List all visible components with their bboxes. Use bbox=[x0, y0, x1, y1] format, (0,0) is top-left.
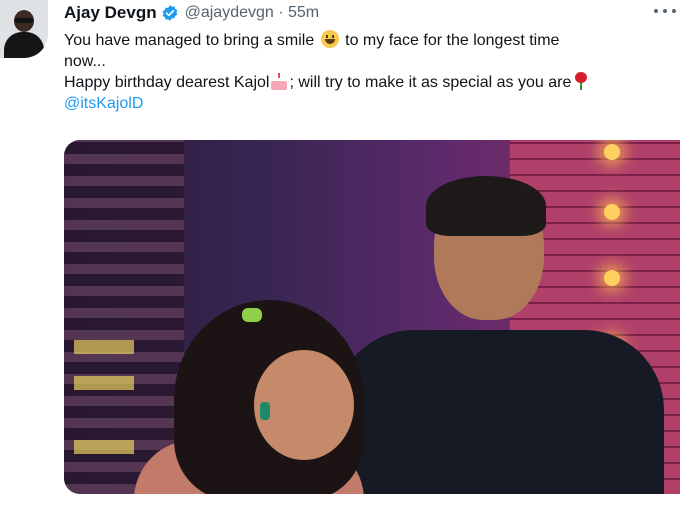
avatar-sunglasses bbox=[15, 18, 33, 23]
photo-lamp bbox=[604, 270, 620, 286]
photo-window-light bbox=[74, 440, 134, 454]
tweet-header: Ajay Devgn @ajaydevgn · 55m bbox=[64, 2, 319, 24]
author-name[interactable]: Ajay Devgn bbox=[64, 3, 157, 23]
birthday-cake-emoji bbox=[269, 72, 289, 90]
avatar[interactable] bbox=[0, 0, 48, 58]
tweet-text-line-1: You have managed to bring a smile to my … bbox=[64, 30, 674, 51]
photo-window-light bbox=[74, 376, 134, 390]
photo-lamp bbox=[604, 204, 620, 220]
rose-emoji bbox=[573, 72, 589, 90]
tweet-text: You have managed to bring a smile to my … bbox=[64, 30, 674, 114]
text-segment: to my face for the longest time bbox=[340, 32, 560, 49]
text-segment: Happy birthday dearest Kajol bbox=[64, 74, 270, 91]
photo-lamp bbox=[604, 144, 620, 160]
photo-hair-clip bbox=[242, 308, 262, 322]
tweet-text-line-2: now... bbox=[64, 53, 106, 70]
more-options-icon[interactable] bbox=[654, 4, 676, 18]
avatar-body bbox=[4, 32, 44, 58]
photo-man-body bbox=[334, 330, 664, 494]
smiling-face-emoji bbox=[320, 30, 339, 48]
text-segment: You have managed to bring a smile bbox=[64, 32, 319, 49]
tweet-photo[interactable] bbox=[64, 140, 680, 494]
verified-badge-icon bbox=[162, 5, 177, 21]
tweet-text-line-3: Happy birthday dearest Kajol ; will try t… bbox=[64, 72, 674, 93]
photo-man-hair bbox=[426, 176, 546, 236]
text-segment: ; will try to make it as special as you … bbox=[289, 74, 572, 91]
photo-window-light bbox=[74, 340, 134, 354]
author-handle-time[interactable]: @ajaydevgn · 55m bbox=[185, 4, 320, 22]
mention-link[interactable]: @itsKajolD bbox=[64, 93, 674, 114]
tweet[interactable]: Ajay Devgn @ajaydevgn · 55m You have man… bbox=[0, 0, 680, 510]
photo-earring bbox=[260, 402, 270, 420]
